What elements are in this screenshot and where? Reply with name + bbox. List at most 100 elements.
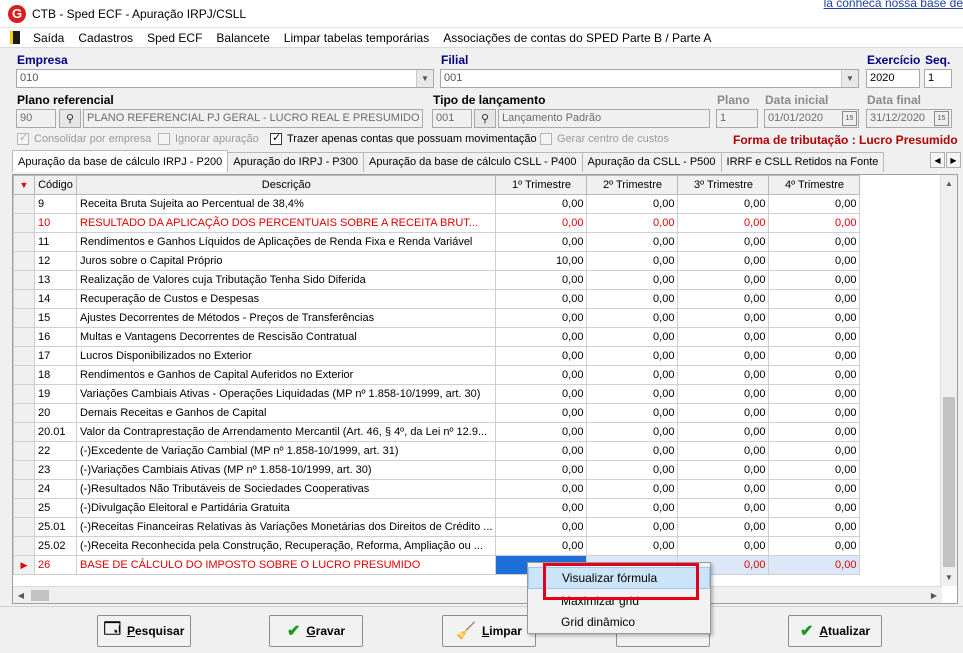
- scroll-up-icon[interactable]: ▲: [941, 175, 957, 192]
- cell-trimestre-3[interactable]: 0,00: [677, 384, 770, 404]
- scroll-left-icon[interactable]: ◀: [13, 587, 29, 603]
- cell-descricao[interactable]: Valor da Contraprestação de Arrendamento…: [75, 422, 497, 442]
- table-row[interactable]: 16 Multas e Vantagens Decorrentes de Resc…: [13, 327, 861, 347]
- cell-trimestre-4[interactable]: 0,00: [768, 327, 861, 347]
- col-header-q3[interactable]: 3º Trimestre: [677, 175, 770, 195]
- cell-trimestre-4[interactable]: 0,00: [768, 251, 861, 271]
- row-indicator[interactable]: [13, 194, 35, 214]
- cell-trimestre-4[interactable]: 0,00: [768, 365, 861, 385]
- cell-trimestre-2[interactable]: 0,00: [586, 403, 679, 423]
- table-row[interactable]: 11 Rendimentos e Ganhos Líquidos de Aplic…: [13, 232, 861, 252]
- cell-codigo[interactable]: 11: [34, 232, 77, 252]
- cell-trimestre-1[interactable]: 0,00: [495, 327, 588, 347]
- cell-trimestre-4[interactable]: 0,00: [768, 460, 861, 480]
- menu-balancete[interactable]: Balancete: [209, 31, 276, 45]
- menu-associacoes[interactable]: Associações de contas do SPED Parte B / …: [436, 31, 718, 45]
- cell-descricao[interactable]: (-)Receita Reconhecida pela Construção, …: [75, 536, 497, 556]
- cell-trimestre-2[interactable]: 0,00: [586, 498, 679, 518]
- cell-trimestre-1[interactable]: 0,00: [495, 194, 588, 214]
- cell-trimestre-4[interactable]: 0,00: [768, 213, 861, 233]
- cell-trimestre-1[interactable]: 0,00: [495, 289, 588, 309]
- table-row[interactable]: 20.01 Valor da Contraprestação de Arrenda…: [13, 422, 861, 442]
- cell-trimestre-2[interactable]: 0,00: [586, 270, 679, 290]
- cell-codigo[interactable]: 9: [34, 194, 77, 214]
- consolidar-checkbox[interactable]: Consolidar por empresa: [17, 131, 151, 145]
- cell-codigo[interactable]: 25: [34, 498, 77, 518]
- table-row[interactable]: 25.02 (-)Receita Reconhecida pela Constru…: [13, 536, 861, 556]
- cell-descricao[interactable]: Rendimentos e Ganhos Líquidos de Aplicaç…: [75, 232, 497, 252]
- cell-codigo[interactable]: 25.02: [34, 536, 77, 556]
- cell-trimestre-2[interactable]: 0,00: [586, 251, 679, 271]
- table-row[interactable]: 12 Juros sobre o Capital Próprio 10,00 0,00…: [13, 251, 861, 271]
- table-row[interactable]: 25.01 (-)Receitas Financeiras Relativas à…: [13, 517, 861, 537]
- cell-trimestre-1[interactable]: 0,00: [495, 346, 588, 366]
- cell-trimestre-1[interactable]: 0,00: [495, 460, 588, 480]
- empresa-combo[interactable]: 010: [16, 69, 434, 88]
- cell-trimestre-4[interactable]: 0,00: [768, 403, 861, 423]
- cell-descricao[interactable]: (-)Divulgação Eleitoral e Partidária Gra…: [75, 498, 497, 518]
- cell-trimestre-2[interactable]: 0,00: [586, 289, 679, 309]
- cell-descricao[interactable]: RESULTADO DA APLICAÇÃO DOS PERCENTUAIS S…: [75, 213, 497, 233]
- cell-trimestre-1[interactable]: 0,00: [495, 384, 588, 404]
- cell-trimestre-1[interactable]: 0,00: [495, 479, 588, 499]
- plano-referencial-code[interactable]: 90: [16, 109, 56, 128]
- cell-codigo[interactable]: 22: [34, 441, 77, 461]
- cell-codigo[interactable]: 13: [34, 270, 77, 290]
- table-row[interactable]: 14 Recuperação de Custos e Despesas 0,00 0,…: [13, 289, 861, 309]
- cell-trimestre-3[interactable]: 0,00: [677, 460, 770, 480]
- cell-trimestre-4[interactable]: 0,00: [768, 536, 861, 556]
- cell-descricao[interactable]: (-)Variações Cambiais Ativas (MP nº 1.85…: [75, 460, 497, 480]
- row-indicator[interactable]: [13, 479, 35, 499]
- cell-trimestre-1[interactable]: 0,00: [495, 213, 588, 233]
- cell-codigo[interactable]: 26: [34, 555, 77, 575]
- cell-descricao[interactable]: (-)Excedente de Variação Cambial (MP nº …: [75, 441, 497, 461]
- row-indicator[interactable]: [13, 251, 35, 271]
- cell-trimestre-3[interactable]: 0,00: [677, 517, 770, 537]
- tab-p300[interactable]: Apuração do IRPJ - P300: [227, 152, 364, 172]
- cell-descricao[interactable]: Multas e Vantagens Decorrentes de Rescis…: [75, 327, 497, 347]
- gerar-centro-custos-checkbox[interactable]: Gerar centro de custos: [540, 133, 669, 145]
- cell-codigo[interactable]: 10: [34, 213, 77, 233]
- horizontal-scrollbar[interactable]: ◀ ▶: [13, 586, 942, 603]
- cell-trimestre-3[interactable]: 0,00: [677, 346, 770, 366]
- col-header-q4[interactable]: 4º Trimestre: [768, 175, 861, 195]
- cell-trimestre-1[interactable]: 0,00: [495, 498, 588, 518]
- table-row[interactable]: 22 (-)Excedente de Variação Cambial (MP n…: [13, 441, 861, 461]
- atualizar-button[interactable]: ✔ Atualizar: [788, 615, 882, 647]
- cell-trimestre-2[interactable]: 0,00: [586, 517, 679, 537]
- cell-trimestre-3[interactable]: 0,00: [677, 308, 770, 328]
- cell-trimestre-4[interactable]: 0,00: [768, 270, 861, 290]
- row-indicator[interactable]: [13, 403, 35, 423]
- cell-trimestre-1[interactable]: 0,00: [495, 232, 588, 252]
- cell-trimestre-4[interactable]: 0,00: [768, 232, 861, 252]
- cell-trimestre-4[interactable]: 0,00: [768, 517, 861, 537]
- cell-trimestre-4[interactable]: 0,00: [768, 555, 861, 575]
- menu-cadastros[interactable]: Cadastros: [71, 31, 140, 45]
- cell-trimestre-2[interactable]: 0,00: [586, 536, 679, 556]
- cell-trimestre-2[interactable]: 0,00: [586, 327, 679, 347]
- row-indicator[interactable]: [13, 422, 35, 442]
- cell-descricao[interactable]: Lucros Disponibilizados no Exterior: [75, 346, 497, 366]
- trazer-contas-checkbox[interactable]: Trazer apenas contas que possuam movimen…: [270, 131, 537, 145]
- cell-trimestre-2[interactable]: 0,00: [586, 479, 679, 499]
- cell-descricao[interactable]: BASE DE CÁLCULO DO IMPOSTO SOBRE O LUCRO…: [75, 555, 497, 575]
- cell-codigo[interactable]: 24: [34, 479, 77, 499]
- empresa-dropdown-icon[interactable]: ▼: [416, 70, 433, 87]
- row-indicator[interactable]: [13, 327, 35, 347]
- cell-trimestre-4[interactable]: 0,00: [768, 441, 861, 461]
- ctx-grid-dinamico[interactable]: Grid dinâmico: [528, 611, 710, 633]
- plano-lookup-binoculars-icon[interactable]: ⚲: [59, 109, 81, 128]
- cell-trimestre-4[interactable]: 0,00: [768, 194, 861, 214]
- exercicio-input[interactable]: 2020: [866, 69, 920, 88]
- table-row[interactable]: 23 (-)Variações Cambiais Ativas (MP nº 1.…: [13, 460, 861, 480]
- cell-codigo[interactable]: 20: [34, 403, 77, 423]
- tab-p500[interactable]: Apuração da CSLL - P500: [581, 152, 722, 172]
- cell-descricao[interactable]: Rendimentos e Ganhos de Capital Auferido…: [75, 365, 497, 385]
- cell-descricao[interactable]: Demais Receitas e Ganhos de Capital: [75, 403, 497, 423]
- gravar-button[interactable]: ✔ Gravar: [269, 615, 363, 647]
- cell-trimestre-3[interactable]: 0,00: [677, 251, 770, 271]
- cell-codigo[interactable]: 16: [34, 327, 77, 347]
- tab-p400[interactable]: Apuração da base de cálculo CSLL - P400: [363, 152, 583, 172]
- tab-scroll-left-icon[interactable]: ◀: [930, 152, 945, 168]
- cell-descricao[interactable]: (-)Resultados Não Tributáveis de Socieda…: [75, 479, 497, 499]
